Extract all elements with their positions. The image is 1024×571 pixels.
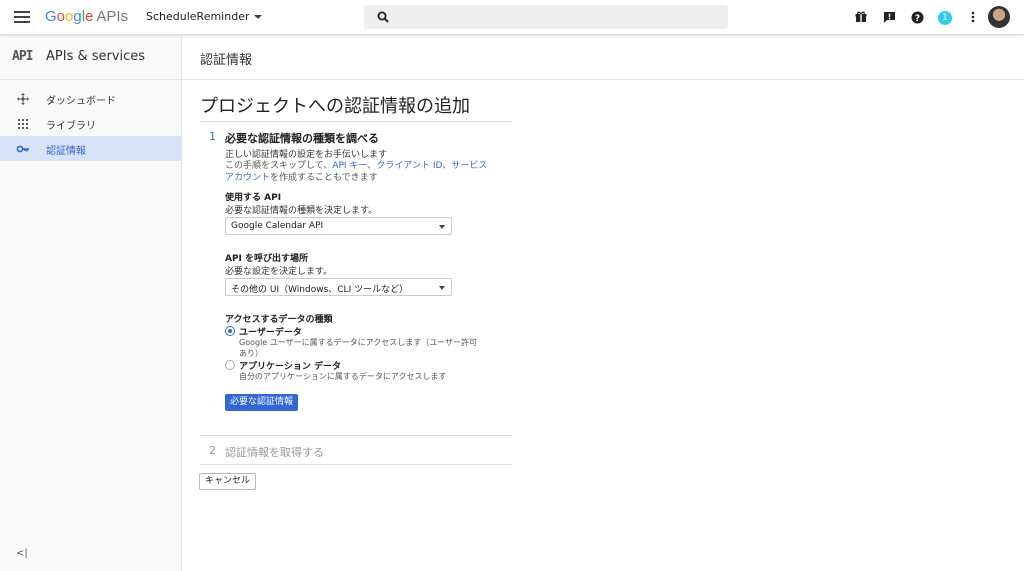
top-actions: ? 1 [842, 6, 1012, 28]
sidebar: API APIs & services ダッシュボード ライブラリ 認証情報 <… [0, 35, 182, 571]
divider [200, 435, 512, 436]
sidebar-title: APIs & services [46, 49, 146, 64]
sidebar-item-dashboard[interactable]: ダッシュボード [0, 86, 181, 111]
api-select[interactable]: Google Calendar API [225, 217, 452, 235]
dashboard-icon [17, 93, 29, 105]
search-icon [377, 11, 389, 23]
project-name: ScheduleReminder [146, 10, 250, 23]
google-apis-logo[interactable]: Google APIs [45, 8, 128, 25]
user-data-radio[interactable] [225, 326, 235, 336]
cancel-button[interactable]: キャンセル [199, 473, 257, 490]
app-data-description: 自分のアプリケーションに属するデータにアクセスします [239, 372, 447, 381]
sidebar-item-label: 認証情報 [46, 146, 86, 157]
page-header: 認証情報 [182, 35, 1024, 80]
chevron-down-icon [254, 15, 263, 19]
hamburger-menu-icon[interactable] [14, 11, 30, 23]
key-icon [16, 145, 29, 153]
skip-description: この手順をスキップして、API キー、クライアント ID、サービス アカウントを… [225, 161, 488, 183]
api-label: 使用する API [225, 193, 282, 203]
sidebar-header: API APIs & services [0, 35, 181, 80]
library-icon [18, 119, 28, 129]
sidebar-item-credentials[interactable]: 認証情報 [0, 136, 181, 161]
data-type-label: アクセスするデータの種類 [225, 315, 333, 325]
dropdown-arrow-icon [439, 225, 445, 229]
svg-text:?: ? [914, 13, 919, 23]
caller-select[interactable]: その他の UI（Windows、CLI ツールなど） [225, 278, 452, 296]
sidebar-item-label: ライブラリ [46, 121, 96, 132]
notifications-badge[interactable]: 1 [936, 8, 954, 26]
collapse-sidebar-icon[interactable]: <| [16, 548, 28, 559]
api-select-value: Google Calendar API [231, 221, 324, 231]
sidebar-item-library[interactable]: ライブラリ [0, 111, 181, 136]
account-avatar[interactable] [988, 6, 1010, 28]
step-number: 1 [209, 130, 216, 143]
help-icon[interactable]: ? [908, 8, 926, 26]
user-data-description: Google ユーザーに属するデータにアクセスします（ユーザー許可あり） [239, 338, 478, 358]
client-id-link[interactable]: クライアント ID [376, 161, 442, 171]
divider [200, 121, 512, 122]
step-title: 必要な認証情報の種類を調べる [225, 132, 379, 145]
caller-help: 必要な設定を決定します。 [225, 267, 333, 277]
search-bar[interactable] [364, 5, 728, 29]
feedback-icon[interactable] [880, 8, 898, 26]
notification-count: 1 [938, 11, 952, 25]
page-heading: プロジェクトへの認証情報の追加 [200, 96, 470, 117]
gift-icon[interactable] [852, 8, 870, 26]
top-app-bar: Google APIs ScheduleReminder ? 1 [0, 0, 1024, 35]
dropdown-arrow-icon [439, 286, 445, 290]
divider [200, 464, 512, 465]
api-logo-icon: API [12, 49, 34, 64]
more-vert-icon[interactable] [964, 8, 982, 26]
caller-label: API を呼び出す場所 [225, 254, 309, 264]
app-data-radio[interactable] [225, 360, 235, 370]
api-help: 必要な認証情報の種類を決定します。 [225, 206, 378, 216]
step-title: 認証情報を取得する [225, 446, 324, 459]
api-key-link[interactable]: API キー [332, 161, 367, 171]
page-title: 認証情報 [200, 53, 253, 68]
step-number: 2 [209, 444, 216, 457]
sidebar-item-label: ダッシュボード [46, 96, 116, 107]
project-selector[interactable]: ScheduleReminder [146, 10, 263, 23]
credentials-needed-button[interactable]: 必要な認証情報 [225, 394, 299, 411]
caller-select-value: その他の UI（Windows、CLI ツールなど） [231, 285, 409, 295]
